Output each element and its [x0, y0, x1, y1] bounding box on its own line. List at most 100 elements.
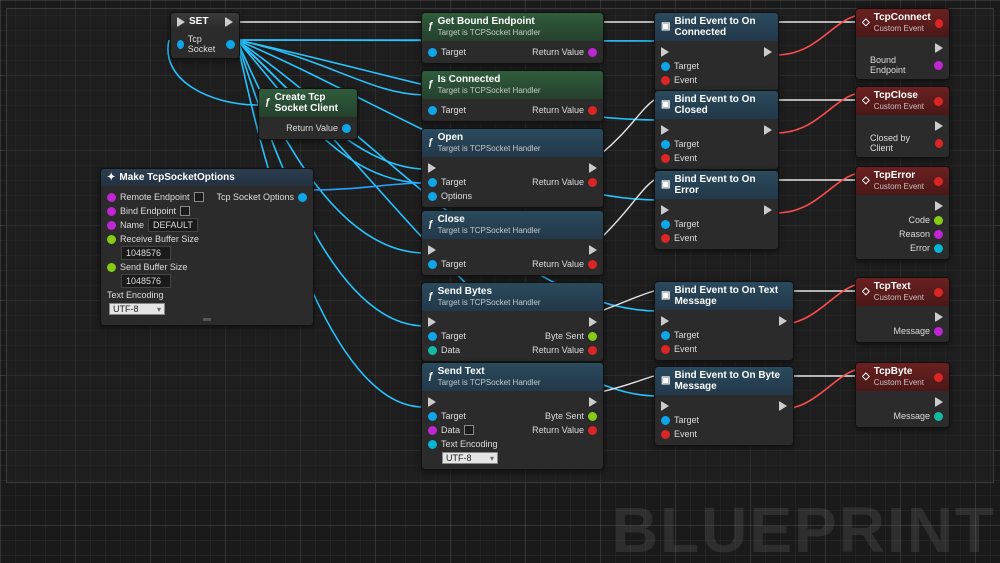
checkbox-remote[interactable]: [194, 192, 204, 202]
node-event-tcp-connect[interactable]: ◇TcpConnectCustom Event Bound Endpoint: [855, 8, 950, 80]
pin-options-out[interactable]: [298, 193, 307, 202]
pin-target[interactable]: [661, 416, 670, 425]
pin-recv-buf[interactable]: [107, 235, 116, 244]
node-bind-on-error[interactable]: ▣Bind Event to On Error Target Event: [654, 170, 779, 250]
delegate-pin[interactable]: [934, 177, 943, 186]
pin-return-value[interactable]: [342, 124, 351, 133]
pin-target[interactable]: [428, 260, 437, 269]
exec-out-icon[interactable]: [935, 121, 943, 131]
pin-event[interactable]: [661, 430, 670, 439]
pin-send-buf[interactable]: [107, 263, 116, 272]
exec-out-icon[interactable]: [935, 43, 943, 53]
pin-remote-endpoint[interactable]: [107, 193, 116, 202]
pin-event[interactable]: [661, 76, 670, 85]
pin-target[interactable]: [428, 178, 437, 187]
pin-return[interactable]: [588, 346, 597, 355]
pin-name[interactable]: [107, 221, 116, 230]
delegate-pin[interactable]: [934, 373, 943, 382]
node-set[interactable]: SET Tcp Socket: [170, 12, 240, 59]
pin-return[interactable]: [588, 260, 597, 269]
pin-event[interactable]: [661, 345, 670, 354]
node-event-tcp-close[interactable]: ◇TcpCloseCustom Event Closed by Client: [855, 86, 950, 158]
exec-out-icon[interactable]: [764, 205, 772, 215]
pin-target[interactable]: [428, 412, 437, 421]
pin-return[interactable]: [588, 106, 597, 115]
pin-target[interactable]: [428, 332, 437, 341]
pin-target[interactable]: [661, 331, 670, 340]
exec-out-icon[interactable]: [589, 245, 597, 255]
input-recv-buf[interactable]: 1048576: [121, 246, 171, 260]
node-bind-on-closed[interactable]: ▣Bind Event to On Closed Target Event: [654, 90, 779, 170]
node-event-tcp-text[interactable]: ◇TcpTextCustom Event Message: [855, 277, 950, 343]
exec-out-icon[interactable]: [764, 47, 772, 57]
pin-bind-endpoint[interactable]: [107, 207, 116, 216]
input-send-buf[interactable]: 1048576: [121, 274, 171, 288]
pin-message[interactable]: [934, 412, 943, 421]
pin-event[interactable]: [661, 154, 670, 163]
exec-out-icon[interactable]: [589, 397, 597, 407]
exec-in-icon[interactable]: [661, 205, 669, 215]
node-bind-on-text-message[interactable]: ▣Bind Event to On Text Message Target Ev…: [654, 281, 794, 361]
node-make-tcp-socket-options[interactable]: ✦Make TcpSocketOptions Remote Endpoint T…: [100, 168, 314, 326]
delegate-pin[interactable]: [934, 288, 943, 297]
pin-return[interactable]: [588, 48, 597, 57]
pin-in-socket[interactable]: [177, 40, 184, 49]
exec-in-icon[interactable]: [428, 317, 436, 327]
node-open[interactable]: ƒOpenTarget is TCPSocket Handler Target …: [421, 128, 604, 208]
node-event-tcp-byte[interactable]: ◇TcpByteCustom Event Message: [855, 362, 950, 428]
pin-byte-sent[interactable]: [588, 412, 597, 421]
pin-code[interactable]: [934, 216, 943, 225]
select-text-encoding[interactable]: UTF-8: [109, 303, 165, 315]
checkbox-bind[interactable]: [180, 206, 190, 216]
node-get-bound-endpoint[interactable]: ƒGet Bound EndpointTarget is TCPSocket H…: [421, 12, 604, 64]
exec-in-icon[interactable]: [428, 397, 436, 407]
expand-handle-icon[interactable]: [203, 318, 211, 321]
exec-in-icon[interactable]: [428, 245, 436, 255]
exec-out-icon[interactable]: [589, 163, 597, 173]
pin-target[interactable]: [661, 62, 670, 71]
exec-out-icon[interactable]: [935, 201, 943, 211]
input-name[interactable]: DEFAULT: [148, 218, 198, 232]
pin-byte-sent[interactable]: [588, 332, 597, 341]
exec-out-icon[interactable]: [779, 401, 787, 411]
pin-bound-endpoint[interactable]: [934, 61, 943, 70]
exec-out-icon[interactable]: [589, 317, 597, 327]
exec-out-icon[interactable]: [764, 125, 772, 135]
pin-event[interactable]: [661, 234, 670, 243]
pin-error[interactable]: [934, 244, 943, 253]
exec-in-icon[interactable]: [661, 125, 669, 135]
pin-data[interactable]: [428, 346, 437, 355]
pin-out-socket[interactable]: [226, 40, 235, 49]
pin-return[interactable]: [588, 426, 597, 435]
exec-in-icon[interactable]: [661, 401, 669, 411]
pin-target[interactable]: [428, 106, 437, 115]
node-close[interactable]: ƒCloseTarget is TCPSocket Handler Target…: [421, 210, 604, 276]
node-send-text[interactable]: ƒSend TextTarget is TCPSocket Handler Ta…: [421, 362, 604, 470]
node-event-tcp-error[interactable]: ◇TcpErrorCustom Event Code Reason Error: [855, 166, 950, 260]
pin-return[interactable]: [588, 178, 597, 187]
pin-encoding[interactable]: [428, 440, 437, 449]
pin-message[interactable]: [934, 327, 943, 336]
select-text-encoding[interactable]: UTF-8: [442, 452, 498, 464]
exec-in-icon[interactable]: [428, 163, 436, 173]
node-is-connected[interactable]: ƒIs ConnectedTarget is TCPSocket Handler…: [421, 70, 604, 122]
pin-closed-by-client[interactable]: [935, 139, 943, 148]
delegate-pin[interactable]: [934, 97, 943, 106]
pin-target[interactable]: [661, 140, 670, 149]
node-send-bytes[interactable]: ƒSend BytesTarget is TCPSocket Handler T…: [421, 282, 604, 362]
checkbox-data[interactable]: [464, 425, 474, 435]
node-create-tcp-socket-client[interactable]: ƒCreate Tcp Socket Client Return Value: [258, 88, 358, 140]
exec-out-icon[interactable]: [779, 316, 787, 326]
pin-target[interactable]: [428, 48, 437, 57]
node-bind-on-byte-message[interactable]: ▣Bind Event to On Byte Message Target Ev…: [654, 366, 794, 446]
pin-data[interactable]: [428, 426, 437, 435]
pin-target[interactable]: [661, 220, 670, 229]
exec-in-icon[interactable]: [661, 47, 669, 57]
exec-out-icon[interactable]: [935, 397, 943, 407]
exec-in-icon[interactable]: [661, 316, 669, 326]
delegate-pin[interactable]: [935, 19, 943, 28]
pin-reason[interactable]: [934, 230, 943, 239]
exec-out-icon[interactable]: [935, 312, 943, 322]
node-bind-on-connected[interactable]: ▣Bind Event to On Connected Target Event: [654, 12, 779, 92]
pin-options[interactable]: [428, 192, 437, 201]
